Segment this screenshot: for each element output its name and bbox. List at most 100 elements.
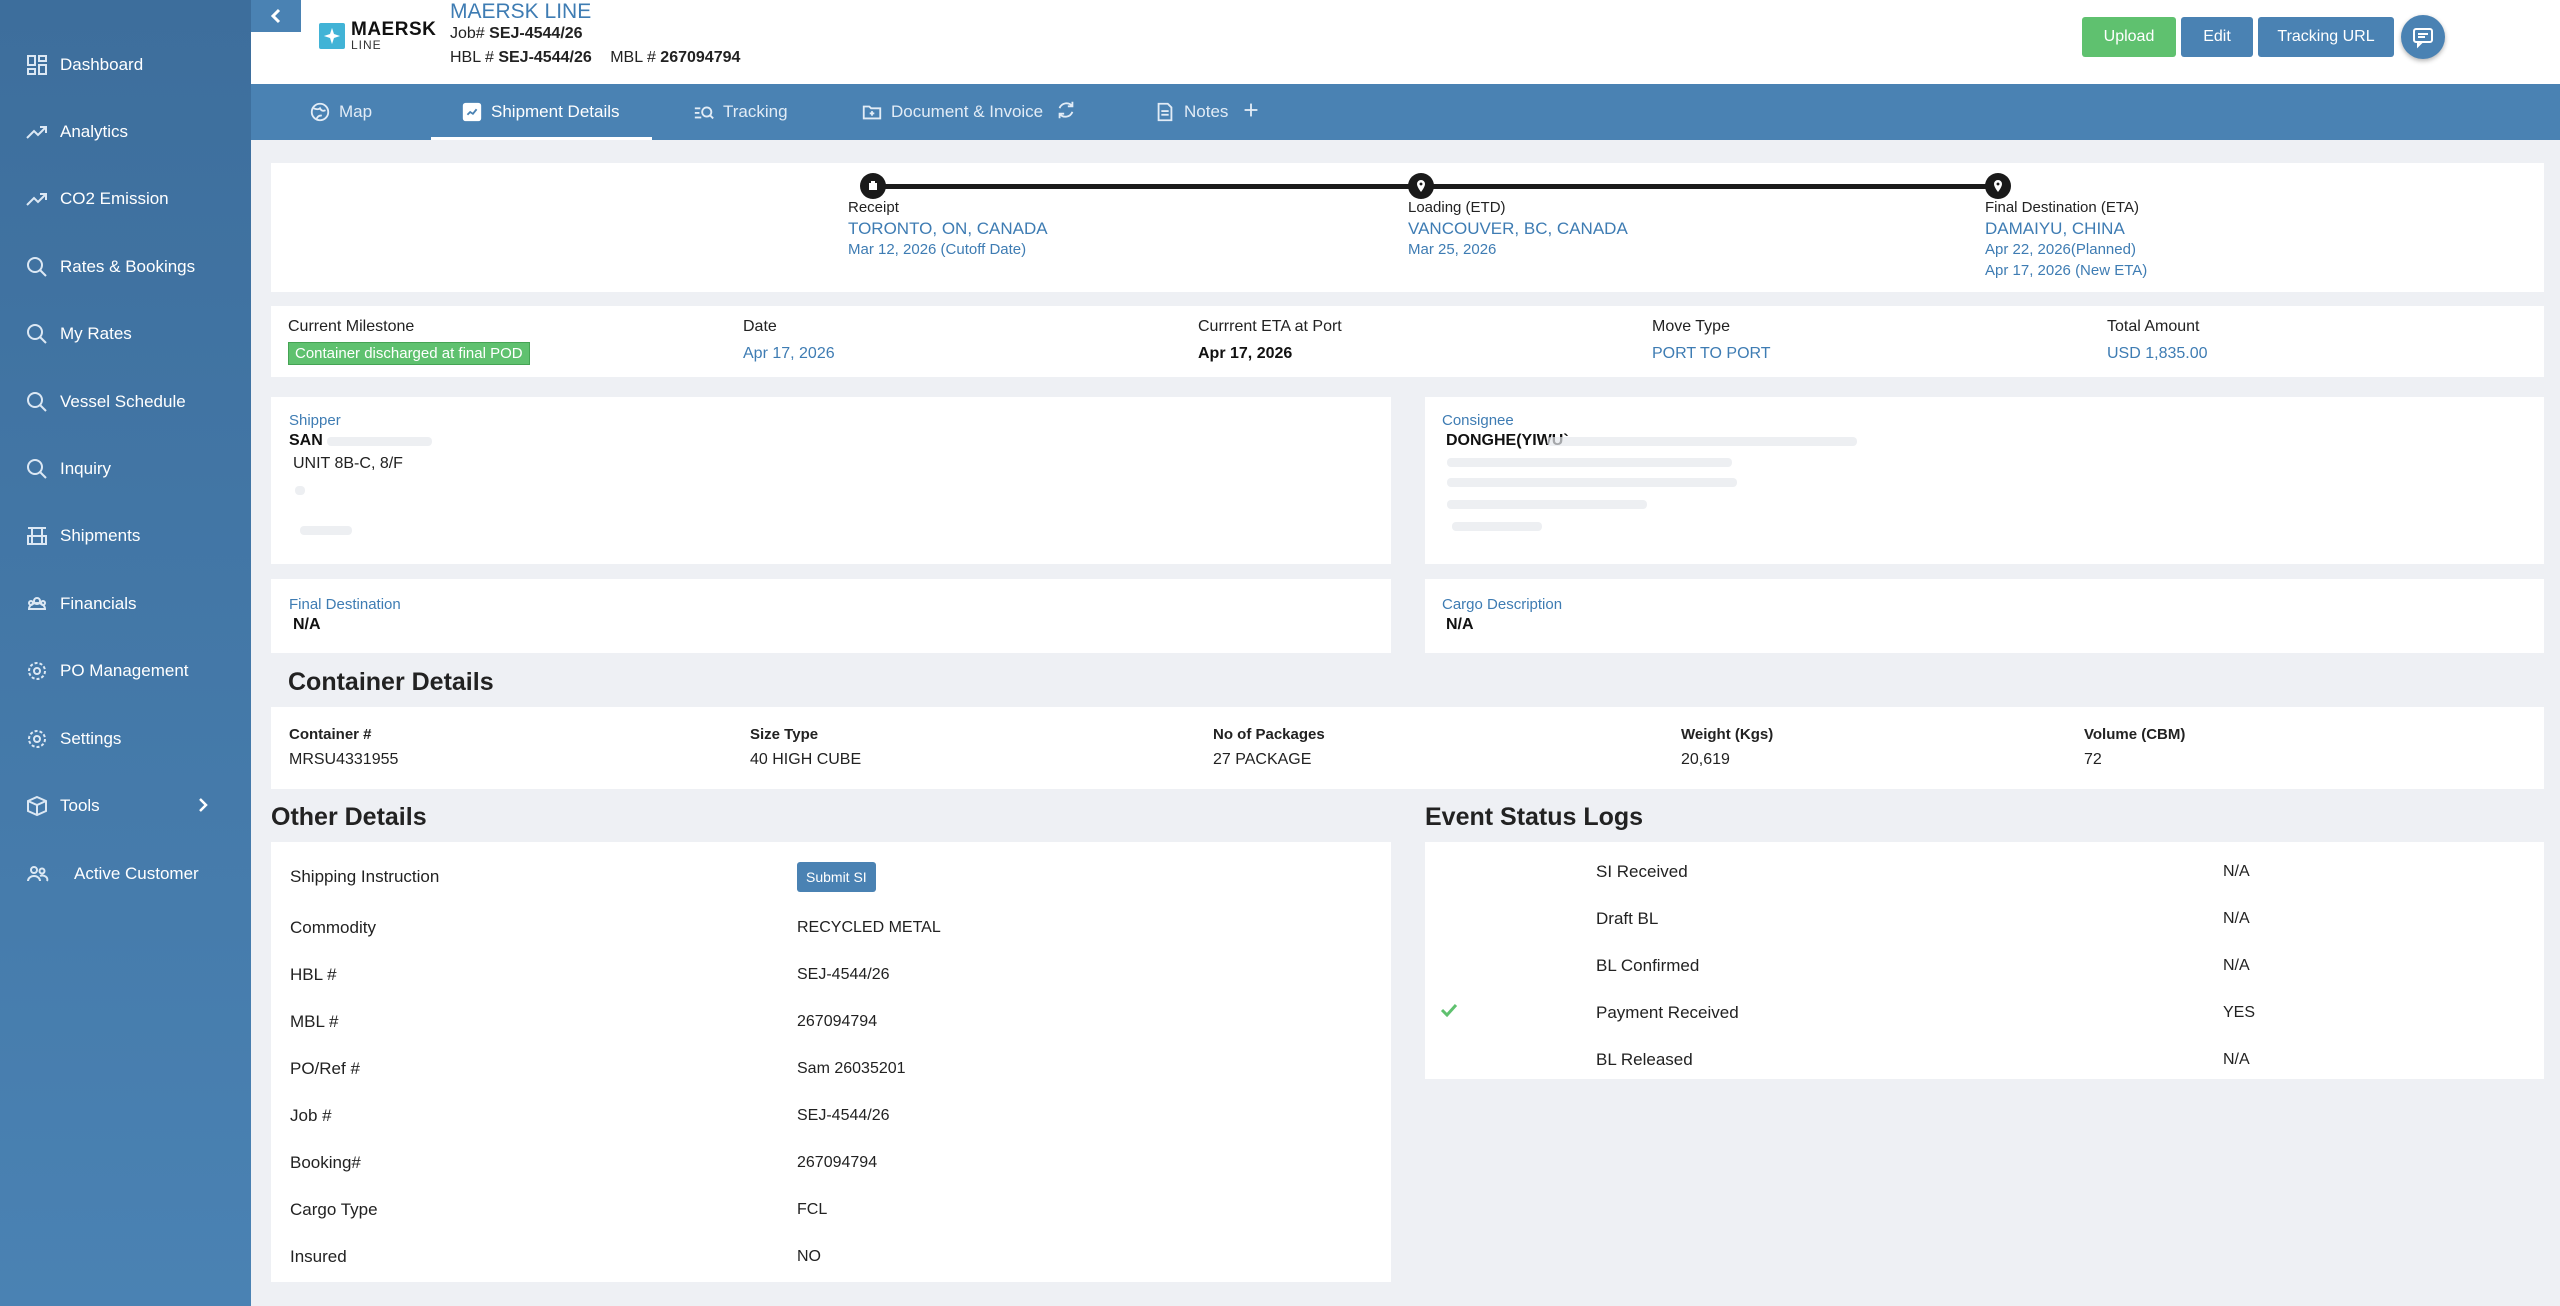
detail-key: Cargo Type bbox=[290, 1199, 378, 1219]
total-amount: Total Amount USD 1,835.00 bbox=[2107, 318, 2208, 363]
chat-button[interactable] bbox=[2401, 15, 2445, 59]
tab-bar: Map Shipment Details Tracking Document &… bbox=[251, 84, 2560, 140]
event-key: Payment Received bbox=[1596, 1002, 1739, 1022]
tab-tracking[interactable]: Tracking bbox=[693, 84, 788, 140]
add-note-icon[interactable] bbox=[1240, 99, 1262, 126]
tracking-url-button[interactable]: Tracking URL bbox=[2258, 17, 2394, 57]
location-pin-icon bbox=[1408, 173, 1434, 199]
sidebar-item-co2-emission[interactable]: CO2 Emission bbox=[0, 177, 251, 221]
detail-key: HBL # bbox=[290, 964, 337, 984]
sidebar-item-rates-bookings[interactable]: Rates & Bookings bbox=[0, 245, 251, 289]
tab-label: Tracking bbox=[723, 102, 788, 121]
tab-notes[interactable]: Notes bbox=[1154, 84, 1262, 140]
users-icon bbox=[24, 861, 50, 887]
sidebar-item-label: Rates & Bookings bbox=[60, 257, 196, 276]
detail-row-shipping-instruction: Shipping Instruction Submit SI bbox=[290, 853, 1390, 900]
tab-label: Shipment Details bbox=[491, 102, 620, 121]
tab-shipment-details[interactable]: Shipment Details bbox=[431, 84, 652, 140]
sidebar-item-po-management[interactable]: PO Management bbox=[0, 649, 251, 693]
sidebar-item-analytics[interactable]: Analytics bbox=[0, 110, 251, 154]
column-value: 20,619 bbox=[1681, 751, 1730, 768]
sidebar-item-label: Tools bbox=[60, 796, 100, 815]
event-row-bl-confirmed: BL Confirmed N/A bbox=[1425, 942, 2545, 989]
sidebar-item-vessel-schedule[interactable]: Vessel Schedule bbox=[0, 380, 251, 424]
search-icon bbox=[24, 389, 50, 415]
job-number-line: Job# SEJ-4544/26 bbox=[450, 25, 583, 43]
detail-key: Insured bbox=[290, 1246, 347, 1266]
sidebar-item-label: PO Management bbox=[60, 661, 189, 680]
detail-value: RECYCLED METAL bbox=[797, 918, 941, 936]
checkmark-icon bbox=[1425, 1001, 1596, 1024]
detail-value: NO bbox=[797, 1247, 821, 1265]
sidebar-item-label: Vessel Schedule bbox=[60, 392, 186, 411]
job-value: SEJ-4544/26 bbox=[489, 25, 583, 42]
redacted-text bbox=[1447, 458, 1732, 467]
detail-row-cargo-type: Cargo Type FCL bbox=[290, 1186, 1390, 1233]
folder-icon bbox=[862, 105, 882, 120]
bl-numbers-line: HBL # SEJ-4544/26 MBL # 267094794 bbox=[450, 49, 740, 67]
logo-text-top: MAERSK bbox=[351, 19, 437, 40]
field-value: Apr 17, 2026 bbox=[743, 345, 835, 362]
column-header: No of Packages bbox=[1213, 726, 1325, 743]
shipper-address: UNIT 8B-C, 8/F bbox=[293, 455, 403, 472]
sidebar-item-settings[interactable]: Settings bbox=[0, 717, 251, 761]
sidebar-item-dashboard[interactable]: Dashboard bbox=[0, 43, 251, 87]
detail-key: Booking# bbox=[290, 1152, 361, 1172]
detail-key: MBL # bbox=[290, 1011, 339, 1031]
sidebar-item-active-customer[interactable]: Active Customer bbox=[0, 852, 251, 896]
upload-button[interactable]: Upload bbox=[2082, 17, 2176, 57]
chevron-left-icon bbox=[268, 8, 284, 24]
sidebar-item-inquiry[interactable]: Inquiry bbox=[0, 447, 251, 491]
refresh-icon[interactable] bbox=[1055, 99, 1077, 126]
stop-city: TORONTO, ON, CANADA bbox=[848, 219, 1048, 238]
cargo-description-card bbox=[1425, 579, 2544, 653]
shipper-label: Shipper bbox=[289, 412, 341, 429]
tab-label: Map bbox=[339, 102, 373, 121]
event-row-draft-bl: Draft BL N/A bbox=[1425, 895, 2545, 942]
stop-date: Apr 22, 2026(Planned) bbox=[1985, 241, 2136, 258]
consignee-label: Consignee bbox=[1442, 412, 1514, 429]
sidebar-item-financials[interactable]: Financials bbox=[0, 582, 251, 626]
sidebar-item-tools[interactable]: Tools bbox=[0, 784, 251, 828]
stop-city: VANCOUVER, BC, CANADA bbox=[1408, 219, 1628, 238]
tab-label: Document & Invoice bbox=[891, 102, 1044, 121]
column-value: 27 PACKAGE bbox=[1213, 751, 1312, 768]
back-button[interactable] bbox=[251, 0, 301, 32]
event-key: BL Released bbox=[1596, 1049, 1693, 1069]
event-key: Draft BL bbox=[1596, 908, 1659, 928]
field-label: Currrent ETA at Port bbox=[1198, 318, 1342, 335]
event-value: N/A bbox=[2223, 909, 2250, 927]
carrier-name: MAERSK LINE bbox=[450, 0, 592, 23]
edit-button[interactable]: Edit bbox=[2181, 17, 2253, 57]
status-badge: Container discharged at final POD bbox=[288, 342, 530, 365]
active-tab-indicator bbox=[431, 137, 652, 140]
event-value: YES bbox=[2223, 1003, 2256, 1021]
shipment-header: MAERSK LINE MAERSK LINE Job# SEJ-4544/26… bbox=[251, 0, 2560, 84]
final-destination-value: N/A bbox=[293, 616, 321, 633]
sidebar-item-shipments[interactable]: Shipments bbox=[0, 514, 251, 558]
shipments-icon bbox=[24, 523, 50, 549]
sidebar-item-my-rates[interactable]: My Rates bbox=[0, 312, 251, 356]
cargo-description-value: N/A bbox=[1446, 616, 1474, 633]
detail-value: Sam 26035201 bbox=[797, 1059, 906, 1077]
size-type: Size Type 40 HIGH CUBE bbox=[750, 726, 861, 769]
column-value: 72 bbox=[2084, 751, 2102, 768]
detail-key: Job # bbox=[290, 1105, 332, 1125]
submit-si-button[interactable]: Submit SI bbox=[797, 861, 876, 892]
sidebar-item-label: Settings bbox=[60, 729, 122, 748]
detail-row-job: Job # SEJ-4544/26 bbox=[290, 1092, 1390, 1139]
detail-key: PO/Ref # bbox=[290, 1058, 360, 1078]
redacted-text bbox=[295, 486, 305, 495]
tab-document-invoice[interactable]: Document & Invoice bbox=[861, 84, 1077, 140]
column-value: 40 HIGH CUBE bbox=[750, 751, 862, 768]
tab-map[interactable]: Map bbox=[309, 84, 372, 140]
sidebar-item-label: CO2 Emission bbox=[60, 189, 169, 208]
stop-city: DAMAIYU, CHINA bbox=[1985, 219, 2125, 238]
redacted-text bbox=[300, 526, 352, 535]
financials-icon bbox=[24, 591, 50, 617]
sidebar-item-label: Financials bbox=[60, 594, 137, 613]
move-type: Move Type PORT TO PORT bbox=[1652, 318, 1771, 363]
container-number: Container # MRSU4331955 bbox=[289, 726, 398, 769]
container-details-card bbox=[271, 707, 2544, 789]
search-icon bbox=[24, 321, 50, 347]
